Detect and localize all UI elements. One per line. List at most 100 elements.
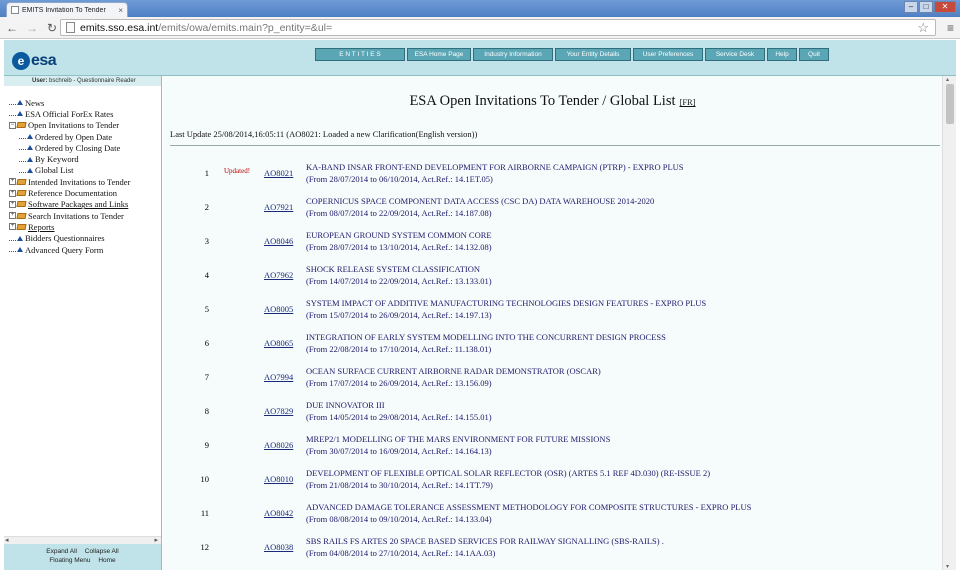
tab-title: EMITS Invitation To Tender (22, 6, 106, 14)
triangle-bullet-icon (17, 235, 23, 241)
row-number: 12 (200, 542, 210, 552)
reload-icon[interactable]: ↻ (44, 21, 60, 35)
forward-arrow-icon[interactable]: → (24, 21, 40, 35)
sidebar-item-by-keyword[interactable]: By Keyword (9, 153, 159, 164)
tree-connector (19, 145, 26, 151)
close-window-button[interactable]: ✕ (934, 1, 956, 13)
back-arrow-icon[interactable]: ← (4, 21, 20, 35)
sidebar-item-label: Bidders Questionnaires (25, 233, 105, 244)
sidebar-item-label: Advanced Query Form (25, 244, 104, 255)
sidebar-item-label: Intended Invitations to Tender (28, 176, 131, 187)
floating-menu-link[interactable]: Floating Menu (49, 557, 90, 564)
sidebar-item-bidders-questionnaires[interactable]: Bidders Questionnaires (9, 233, 159, 244)
browser-toolbar: ← → ↻ emits.sso.esa.int/emits/owa/emits.… (0, 17, 960, 39)
itt-reference-link[interactable]: AO7962 (264, 270, 293, 280)
itt-title: DEVELOPMENT OF FLEXIBLE OPTICAL SOLAR RE… (306, 468, 711, 478)
row-number: 7 (204, 372, 209, 382)
sidebar-horizontal-scrollbar[interactable]: ◂ ▸ (4, 536, 161, 544)
browser-tab[interactable]: EMITS Invitation To Tender × (6, 2, 128, 17)
itt-reference-link[interactable]: AO8026 (264, 440, 293, 450)
sidebar-item-advanced-query-form[interactable]: Advanced Query Form (9, 244, 159, 255)
itt-dates: (From 28/07/2014 to 06/10/2014, Act.Ref.… (306, 174, 493, 184)
tree-connector (9, 111, 16, 117)
tree-connector (19, 157, 26, 162)
row-number: 5 (204, 304, 209, 314)
sidebar-item-news[interactable]: News (9, 97, 159, 108)
itt-dates: (From 14/07/2014 to 22/09/2014, Act.Ref.… (306, 276, 492, 286)
menu-button-service-desk[interactable]: Service Desk (705, 48, 765, 61)
scroll-up-icon[interactable]: ▴ (946, 76, 949, 83)
expand-icon[interactable]: + (9, 200, 16, 208)
itt-reference-link[interactable]: AO7829 (264, 406, 293, 416)
french-link[interactable]: [FR] (680, 97, 696, 107)
itt-dates: (From 08/08/2014 to 09/10/2014, Act.Ref.… (306, 514, 492, 524)
window-controls: – □ ✕ (904, 1, 956, 13)
expand-icon[interactable]: + (9, 189, 16, 197)
itt-reference-link[interactable]: AO8042 (264, 508, 293, 518)
itt-reference-link[interactable]: AO8005 (264, 304, 293, 314)
collapse-icon[interactable]: − (9, 121, 16, 129)
row-number: 1 (204, 168, 209, 178)
itt-reference-link[interactable]: AO8010 (264, 474, 293, 484)
esa-logo[interactable]: e esa (12, 51, 72, 71)
main-content: ESA Open Invitations To Tender / Global … (163, 76, 942, 570)
menu-button-user-preferences[interactable]: User Preferences (633, 48, 703, 61)
itt-title: DUE INNOVATOR III (306, 400, 385, 410)
sidebar-item-label: Reference Documentation (28, 188, 117, 199)
sidebar-item-ordered-by-closing-date[interactable]: Ordered by Closing Date (9, 142, 159, 153)
itt-reference-link[interactable]: AO8021 (264, 168, 293, 178)
sidebar-item-label: Software Packages and Links (28, 199, 129, 210)
sidebar-item-label: Reports (28, 221, 55, 232)
sidebar-item-software-packages-and-links[interactable]: + Software Packages and Links (9, 199, 159, 210)
expand-icon[interactable]: + (9, 212, 16, 220)
menu-button-quit[interactable]: Quit (799, 48, 829, 61)
sidebar-item-reports[interactable]: + Reports (9, 221, 159, 232)
menu-button-help[interactable]: Help (767, 48, 797, 61)
sidebar-item-open-invitations-to-tender[interactable]: − Open Invitations to Tender (9, 120, 159, 131)
expand-icon[interactable]: + (9, 223, 16, 231)
itt-reference-link[interactable]: AO8065 (264, 338, 293, 348)
bookmark-star-icon[interactable]: ☆ (917, 20, 929, 36)
scroll-down-icon[interactable]: ▾ (946, 563, 949, 570)
itt-reference-link[interactable]: AO7921 (264, 202, 293, 212)
tree-connector (9, 247, 16, 252)
menu-button-industry-information[interactable]: Industry Information (473, 48, 553, 61)
triangle-bullet-icon (27, 156, 33, 162)
sidebar-item-reference-documentation[interactable]: + Reference Documentation (9, 187, 159, 198)
browser-menu-icon[interactable]: ≡ (947, 21, 954, 35)
tree-connector (19, 168, 26, 173)
expand-all-link[interactable]: Expand All (46, 548, 77, 555)
minimize-button[interactable]: – (904, 1, 918, 13)
updated-badge: Updated! (224, 167, 251, 175)
menu-button-your-entity-details[interactable]: Your Entity Details (555, 48, 631, 61)
maximize-button[interactable]: □ (919, 1, 933, 13)
expand-icon[interactable]: + (9, 178, 16, 186)
itt-row: 6 AO8065 INTEGRATION OF EARLY SYSTEM MODEL… (163, 331, 942, 361)
itt-reference-link[interactable]: AO8046 (264, 236, 293, 246)
sidebar-item-global-list[interactable]: Global List (9, 165, 159, 176)
user-info: User: bschreib - Questionnaire Reader (4, 76, 161, 86)
sidebar-item-ordered-by-open-date[interactable]: Ordered by Open Date (9, 131, 159, 142)
itt-reference-link[interactable]: AO7994 (264, 372, 293, 382)
scroll-left-icon[interactable]: ◂ (5, 536, 9, 544)
scroll-right-icon[interactable]: ▸ (154, 536, 158, 544)
menu-button-e-n-t-i-t-i-e-s[interactable]: E N T I T I E S (315, 48, 405, 61)
sidebar-item-intended-invitations-to-tender[interactable]: + Intended Invitations to Tender (9, 176, 159, 187)
tab-close-icon[interactable]: × (118, 6, 123, 15)
collapse-all-link[interactable]: Collapse All (85, 548, 119, 555)
sidebar-item-search-invitations-to-tender[interactable]: + Search Invitations to Tender (9, 210, 159, 221)
row-number: 2 (204, 202, 209, 212)
menu-button-esa-home-page[interactable]: ESA Home Page (407, 48, 471, 61)
itt-title: SHOCK RELEASE SYSTEM CLASSIFICATION (306, 264, 481, 274)
home-link[interactable]: Home (98, 557, 115, 564)
scrollbar-thumb[interactable] (946, 84, 954, 124)
tree-connector (19, 134, 26, 140)
itt-row: 2 AO7921 COPERNICUS SPACE COMPONENT DATA A… (163, 195, 942, 225)
main-vertical-scrollbar[interactable]: ▴ ▾ (942, 76, 956, 570)
itt-title: INTEGRATION OF EARLY SYSTEM MODELLING IN… (306, 332, 666, 342)
itt-reference-link[interactable]: AO8038 (264, 542, 293, 552)
row-number: 10 (200, 474, 210, 484)
address-bar[interactable]: emits.sso.esa.int/emits/owa/emits.main?p… (60, 19, 936, 36)
itt-row: 8 AO7829 DUE INNOVATOR III (From 14/05/2014… (163, 399, 942, 429)
sidebar-item-esa-official-forex-rates[interactable]: ESA Official ForEx Rates (9, 108, 159, 119)
